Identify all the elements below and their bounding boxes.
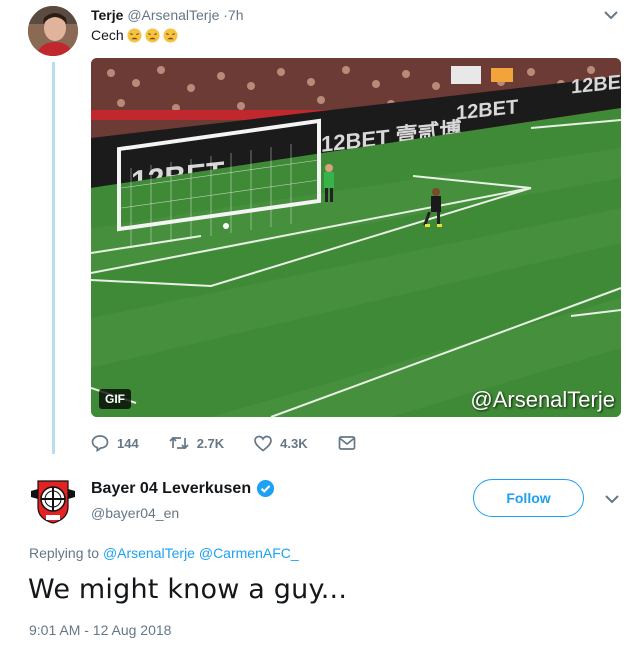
chevron-down-icon[interactable] [604, 10, 618, 20]
retweet-count: 2.7K [196, 435, 225, 451]
reply-button[interactable]: 144 [91, 434, 139, 452]
main-tweet-author[interactable]: Bayer 04 Leverkusen [91, 479, 275, 498]
like-count: 4.3K [280, 435, 308, 451]
replying-to: Replying to @ArsenalTerje @CarmenAFC_ [29, 545, 299, 561]
tweet-actions: 144 2.7K 4.3K [91, 431, 386, 455]
author-handle[interactable]: @ArsenalTerje [127, 7, 219, 23]
tweet-time[interactable]: ·7h [223, 7, 243, 23]
tweet-text: Cech [91, 27, 124, 43]
follow-button[interactable]: Follow [473, 479, 584, 517]
reply-icon [91, 435, 109, 452]
weary-face-emoji-icon [145, 27, 160, 43]
mention-link[interactable]: @ArsenalTerje [103, 545, 195, 561]
football-pitch-image: 12BET 12BET 壹贰博 12BET 12BE [91, 58, 621, 417]
heart-icon [254, 435, 273, 452]
bayer-leverkusen-crest-avatar[interactable] [28, 477, 78, 527]
direct-message-button[interactable] [338, 435, 356, 451]
mention-link[interactable]: @CarmenAFC_ [199, 545, 299, 561]
avatar[interactable] [28, 6, 78, 56]
gif-badge: GIF [99, 389, 131, 409]
ball [223, 223, 229, 229]
thread-connector-line [52, 62, 55, 454]
reply-count: 144 [117, 435, 139, 451]
author-name[interactable]: Bayer 04 Leverkusen [91, 480, 251, 498]
main-tweet-text: We might know a guy... [28, 574, 348, 605]
watermark: @ArsenalTerje [470, 387, 615, 412]
retweet-icon [169, 436, 189, 450]
quoted-tweet-header: Terje @ArsenalTerje ·7h [91, 7, 243, 23]
weary-face-emoji-icon [163, 27, 178, 43]
chevron-down-icon[interactable] [605, 494, 619, 504]
replying-to-label: Replying to [29, 545, 100, 561]
gif-media[interactable]: 12BET 12BET 壹贰博 12BET 12BE [91, 58, 621, 417]
envelope-icon [338, 436, 355, 450]
author-name[interactable]: Terje [91, 7, 123, 23]
like-button[interactable]: 4.3K [254, 435, 308, 452]
quoted-tweet-text: Cech [91, 27, 178, 43]
tweet-timestamp[interactable]: 9:01 AM - 12 Aug 2018 [29, 622, 171, 638]
club-crest-icon [31, 480, 75, 524]
verified-badge-icon [257, 479, 275, 498]
weary-face-emoji-icon [127, 27, 142, 43]
retweet-button[interactable]: 2.7K [169, 434, 224, 452]
author-handle[interactable]: @bayer04_en [91, 505, 179, 521]
